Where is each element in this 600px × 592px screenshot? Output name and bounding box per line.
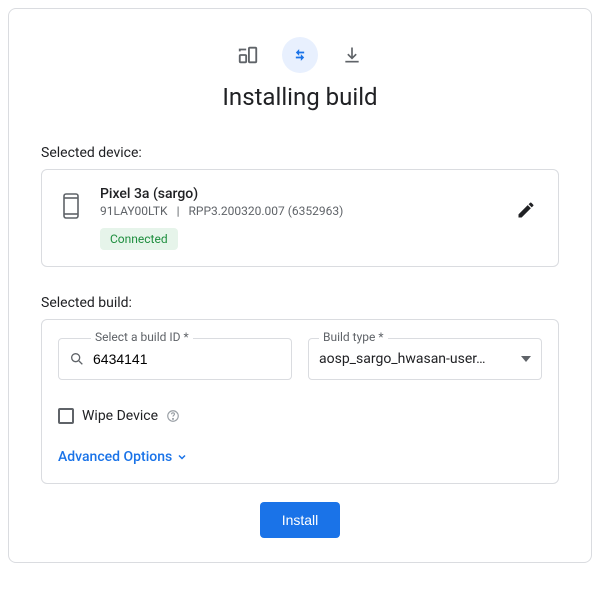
- swap-icon: [290, 45, 310, 65]
- pencil-icon: [516, 200, 536, 220]
- stepper: [41, 37, 559, 73]
- wipe-device-checkbox[interactable]: [58, 408, 74, 424]
- build-field-row: Select a build ID * Build type * aosp_sa…: [58, 338, 542, 380]
- device-serial: 91LAY00LTK: [100, 204, 168, 218]
- download-icon: [342, 45, 362, 65]
- device-section-label: Selected device:: [41, 145, 559, 161]
- page-title: Installing build: [41, 83, 559, 111]
- phone-icon: [62, 192, 80, 220]
- device-meta: 91LAY00LTK | RPP3.200320.007 (6352963): [100, 204, 490, 218]
- build-type-value: aosp_sargo_hwasan-user…: [319, 351, 515, 367]
- build-box: Select a build ID * Build type * aosp_sa…: [41, 319, 559, 484]
- install-row: Install: [41, 502, 559, 538]
- build-id-input[interactable]: [91, 350, 281, 368]
- step-device[interactable]: [230, 37, 266, 73]
- search-icon: [69, 351, 85, 367]
- chevron-down-icon: [176, 451, 188, 463]
- step-install[interactable]: [282, 37, 318, 73]
- install-button[interactable]: Install: [260, 502, 341, 538]
- install-card: Installing build Selected device: Pixel …: [8, 8, 592, 563]
- edit-device-button[interactable]: [510, 194, 542, 226]
- advanced-options-toggle[interactable]: Advanced Options: [58, 449, 188, 465]
- device-step-icon: [237, 44, 259, 66]
- build-type-label: Build type *: [319, 330, 388, 344]
- device-build: RPP3.200320.007 (6352963): [188, 204, 343, 218]
- help-icon[interactable]: [166, 409, 180, 423]
- build-id-label: Select a build ID *: [91, 330, 193, 344]
- build-id-field[interactable]: Select a build ID *: [58, 338, 292, 380]
- device-info: Pixel 3a (sargo) 91LAY00LTK | RPP3.20032…: [100, 186, 490, 250]
- chevron-down-icon: [521, 356, 531, 362]
- wipe-device-label: Wipe Device: [82, 408, 158, 424]
- step-download[interactable]: [334, 37, 370, 73]
- build-type-field[interactable]: Build type * aosp_sargo_hwasan-user…: [308, 338, 542, 380]
- advanced-options-label: Advanced Options: [58, 449, 172, 465]
- device-status-badge: Connected: [100, 228, 178, 250]
- wipe-device-row[interactable]: Wipe Device: [58, 408, 542, 424]
- device-name: Pixel 3a (sargo): [100, 186, 490, 202]
- build-section-label: Selected build:: [41, 295, 559, 311]
- device-box: Pixel 3a (sargo) 91LAY00LTK | RPP3.20032…: [41, 169, 559, 267]
